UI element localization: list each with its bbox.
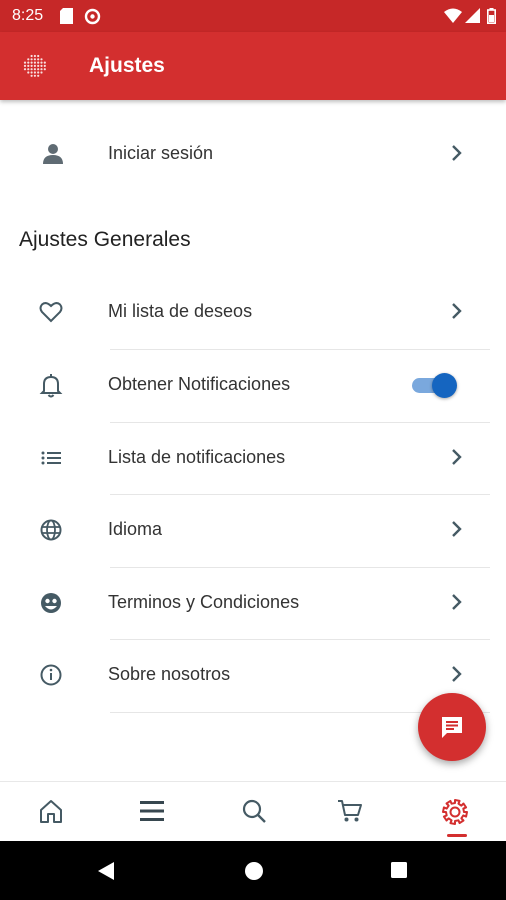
settings-item-label: Sobre nosotros — [108, 664, 231, 684]
login-label: Iniciar sesión — [108, 143, 214, 163]
signal-icon — [465, 8, 480, 28]
bottom-navigation — [0, 781, 506, 841]
wifi-icon — [444, 8, 462, 28]
menu-icon — [140, 801, 164, 821]
nav-settings[interactable] — [424, 782, 484, 842]
chevron-right-icon — [448, 664, 466, 684]
chevron-right-icon — [448, 447, 466, 467]
person-icon — [41, 142, 67, 168]
settings-item-notifications-toggle: Obtener Notificaciones — [0, 348, 506, 420]
sd-card-icon — [60, 8, 73, 29]
bell-icon — [38, 372, 64, 398]
chevron-right-icon — [448, 143, 466, 163]
list-icon — [38, 445, 64, 471]
settings-item-label: Lista de notificaciones — [108, 447, 286, 467]
chevron-right-icon — [448, 592, 466, 612]
terms-icon — [38, 590, 64, 616]
gear-icon — [442, 799, 468, 825]
back-button[interactable] — [96, 861, 116, 886]
chat-message-icon — [442, 717, 462, 738]
settings-item-terms[interactable]: Terminos y Condiciones — [0, 566, 506, 638]
notifications-toggle[interactable] — [412, 372, 458, 398]
active-tab-indicator — [447, 834, 467, 837]
page-title: Ajustes — [89, 54, 165, 77]
info-icon — [38, 662, 64, 688]
app-bar: Ajustes — [0, 32, 506, 100]
status-bar: 8:25 — [0, 0, 506, 32]
status-time: 8:25 — [12, 7, 44, 24]
chevron-right-icon — [448, 301, 466, 321]
chevron-right-icon — [448, 519, 466, 539]
settings-item-label: Obtener Notificaciones — [108, 374, 291, 394]
nav-cart[interactable] — [320, 782, 380, 842]
nav-home[interactable] — [21, 782, 81, 842]
heart-icon — [38, 299, 64, 325]
recents-button[interactable] — [390, 861, 408, 884]
cart-icon — [338, 800, 362, 822]
data-saver-icon — [84, 8, 101, 30]
settings-item-notification-list[interactable]: Lista de notificaciones — [0, 421, 506, 493]
nav-menu[interactable] — [122, 782, 182, 842]
grid-dots-logo-icon[interactable] — [22, 53, 48, 84]
section-title-general: Ajustes Generales — [19, 228, 191, 251]
home-icon — [40, 800, 62, 823]
settings-item-language[interactable]: Idioma — [0, 493, 506, 565]
battery-icon — [487, 8, 497, 29]
system-navigation-bar — [0, 841, 506, 900]
home-system-button[interactable] — [244, 861, 264, 886]
settings-item-label: Idioma — [108, 519, 163, 539]
nav-search[interactable] — [224, 782, 284, 842]
settings-item-wishlist[interactable]: Mi lista de deseos — [0, 275, 506, 347]
settings-item-label: Terminos y Condiciones — [108, 592, 300, 612]
login-row[interactable]: Iniciar sesión — [0, 117, 506, 189]
globe-icon — [38, 517, 64, 543]
chat-fab-button[interactable] — [418, 693, 486, 761]
search-icon — [242, 799, 266, 823]
settings-item-label: Mi lista de deseos — [108, 301, 253, 321]
toggle-thumb — [432, 373, 457, 398]
